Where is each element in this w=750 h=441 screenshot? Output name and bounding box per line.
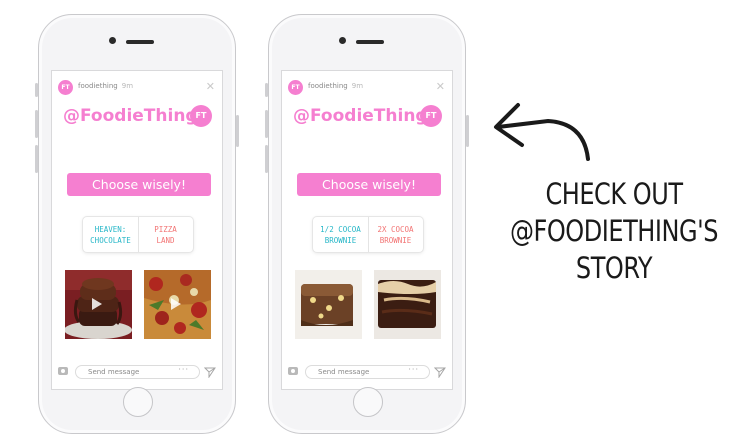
story-screen: FT foodiething 9m ✕ @FoodieThing FT Choos… (51, 70, 223, 390)
send-message-placeholder: Send message (318, 368, 370, 376)
account-name[interactable]: foodiething 9m (78, 82, 133, 90)
poll-option-left-line1: 1/2 COCOA (320, 224, 361, 234)
camera-icon[interactable] (58, 367, 68, 375)
poll-option-left[interactable]: HEAVEN: CHOCOLATE (83, 217, 139, 252)
volume-up-button (35, 110, 38, 138)
double-cocoa-brownie-photo[interactable] (374, 270, 441, 339)
send-message-input[interactable]: Send message ··· (75, 365, 200, 379)
pizza-photo[interactable] (144, 270, 211, 339)
front-camera (339, 37, 346, 44)
choose-wisely-banner: Choose wisely! (297, 173, 441, 196)
caption-text: CHECK OUT @FOODIETHING'S STORY (489, 176, 739, 287)
mute-switch (265, 83, 268, 97)
send-icon[interactable] (434, 366, 446, 378)
choose-wisely-banner: Choose wisely! (67, 173, 211, 196)
power-button (236, 115, 239, 147)
poll-option-right[interactable]: PIZZA LAND (138, 217, 193, 252)
more-options-button[interactable]: ··· (408, 365, 419, 374)
camera-icon[interactable] (288, 367, 298, 375)
volume-down-button (35, 145, 38, 173)
earpiece-speaker (356, 40, 384, 44)
story-handle-text: @FoodieThing (293, 106, 428, 126)
close-icon[interactable]: ✕ (206, 80, 215, 94)
half-cocoa-brownie-photo[interactable] (295, 270, 362, 339)
chocolate-dessert-photo[interactable] (65, 270, 132, 339)
story-footer: Send message ··· (288, 365, 446, 379)
poll-sticker: 1/2 COCOA BROWNIE 2X COCOA BROWNIE (313, 217, 423, 252)
poll-option-left[interactable]: 1/2 COCOA BROWNIE (313, 217, 369, 252)
play-icon[interactable] (171, 298, 181, 310)
poll-option-left-line2: CHOCOLATE (90, 235, 131, 245)
poll-option-left-line1: HEAVEN: (94, 224, 127, 234)
story-header: FT foodiething 9m ✕ (58, 80, 216, 96)
caption-line-2: @FOODIETHING'S (509, 214, 719, 248)
avatar[interactable]: FT (58, 80, 73, 95)
poll-sticker: HEAVEN: CHOCOLATE PIZZA LAND (83, 217, 193, 252)
poll-option-right-line1: 2X COCOA (377, 224, 414, 234)
home-button[interactable] (353, 387, 383, 417)
play-icon[interactable] (92, 298, 102, 310)
post-time: 9m (351, 82, 364, 90)
story-handle-text: @FoodieThing (63, 106, 198, 126)
phone-mockup-right: FT foodiething 9m ✕ @FoodieThing FT Choos… (265, 14, 469, 434)
post-time: 9m (121, 82, 134, 90)
account-name[interactable]: foodiething 9m (308, 82, 363, 90)
story-screen: FT foodiething 9m ✕ @FoodieThing FT Choos… (281, 70, 453, 390)
story-header: FT foodiething 9m ✕ (288, 80, 446, 96)
avatar[interactable]: FT (288, 80, 303, 95)
send-message-input[interactable]: Send message ··· (305, 365, 430, 379)
story-footer: Send message ··· (58, 365, 216, 379)
poll-option-right-line1: PIZZA (154, 224, 177, 234)
poll-option-left-line2: BROWNIE (324, 235, 357, 245)
front-camera (109, 37, 116, 44)
caption-line-3: STORY (575, 251, 653, 285)
home-button[interactable] (123, 387, 153, 417)
send-message-placeholder: Send message (88, 368, 140, 376)
ft-badge: FT (190, 105, 212, 127)
more-options-button[interactable]: ··· (178, 365, 189, 374)
account-username[interactable]: foodiething (78, 82, 118, 90)
volume-down-button (265, 145, 268, 173)
poll-option-right-line2: LAND (156, 235, 175, 245)
send-icon[interactable] (204, 366, 216, 378)
earpiece-speaker (126, 40, 154, 44)
phone-mockup-left: FT foodiething 9m ✕ @FoodieThing FT Choos… (35, 14, 239, 434)
poll-option-right[interactable]: 2X COCOA BROWNIE (368, 217, 423, 252)
caption-line-1: CHECK OUT (545, 177, 683, 211)
poll-option-right-line2: BROWNIE (379, 235, 412, 245)
arrow-icon (494, 103, 590, 161)
power-button (466, 115, 469, 147)
mute-switch (35, 83, 38, 97)
account-username[interactable]: foodiething (308, 82, 348, 90)
ft-badge: FT (420, 105, 442, 127)
volume-up-button (265, 110, 268, 138)
close-icon[interactable]: ✕ (436, 80, 445, 94)
